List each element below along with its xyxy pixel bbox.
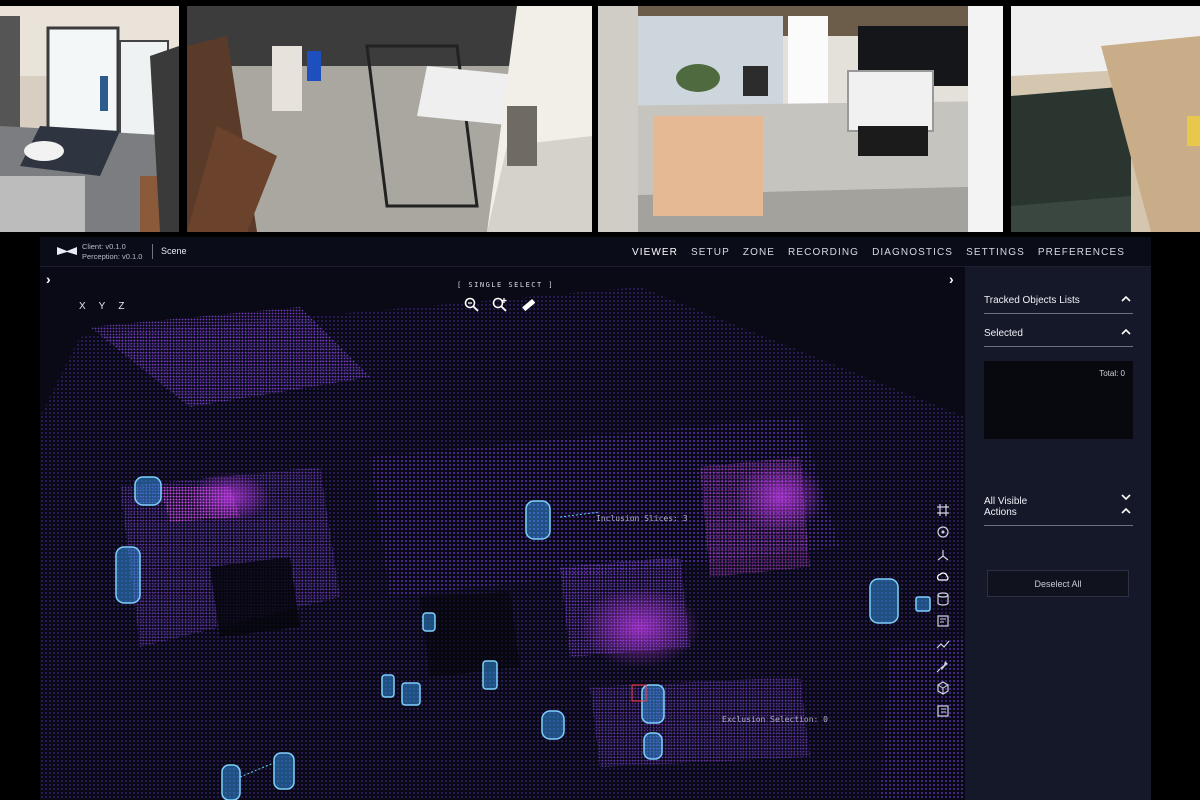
chevron-up-icon[interactable] <box>1121 294 1131 304</box>
camera-strip <box>0 0 1200 232</box>
cube-icon[interactable] <box>936 681 950 696</box>
nav-viewer[interactable]: VIEWER <box>632 247 678 258</box>
perception-app: Client: v0.1.0 Perception: v0.1.0 Scene … <box>40 237 1151 800</box>
tracked-objects-title: Tracked Objects Lists <box>984 295 1080 306</box>
tracked-object[interactable] <box>115 546 141 604</box>
nav-zone[interactable]: ZONE <box>743 247 775 258</box>
version-info: Client: v0.1.0 Perception: v0.1.0 <box>82 242 142 262</box>
camera-feed-workshop[interactable] <box>187 6 592 232</box>
tracked-object[interactable] <box>273 752 295 790</box>
chart-icon[interactable] <box>936 637 950 651</box>
camera-feed-corridor[interactable] <box>1011 6 1200 232</box>
nav-preferences[interactable]: PREFERENCES <box>1038 247 1125 258</box>
deselect-all-button[interactable]: Deselect All <box>987 570 1129 597</box>
nav-setup[interactable]: SETUP <box>691 247 730 258</box>
divider <box>152 244 153 259</box>
tracked-objects-header[interactable]: Tracked Objects Lists <box>984 292 1133 314</box>
main-nav: VIEWER SETUP ZONE RECORDING DIAGNOSTICS … <box>632 237 1125 267</box>
top-bar: Client: v0.1.0 Perception: v0.1.0 Scene … <box>40 237 1151 267</box>
zoom-select-icon[interactable] <box>464 297 480 313</box>
ruler-icon[interactable] <box>520 297 536 313</box>
scene-label: Scene <box>161 246 187 256</box>
axis-labels: X Y Z <box>79 301 124 312</box>
selected-title: Selected <box>984 328 1023 339</box>
axis-y[interactable]: Y <box>99 301 106 312</box>
nav-recording[interactable]: RECORDING <box>788 247 859 258</box>
tracked-object[interactable] <box>869 578 899 624</box>
camera-feed-lobby[interactable] <box>598 6 1003 232</box>
camera-feed-entrance[interactable] <box>0 6 179 232</box>
nav-diagnostics[interactable]: DIAGNOSTICS <box>872 247 953 258</box>
axis-icon[interactable] <box>936 548 950 562</box>
layers-icon[interactable] <box>936 704 950 718</box>
selection-toolbar <box>464 297 536 313</box>
axis-x[interactable]: X <box>79 301 86 312</box>
tracked-objects-panel: Tracked Objects Lists Selected Total: 0 … <box>965 267 1151 800</box>
add-select-icon[interactable] <box>492 297 508 313</box>
actions-header[interactable]: Actions <box>984 504 1133 526</box>
note-icon[interactable] <box>936 614 950 628</box>
tracked-object[interactable] <box>401 682 421 706</box>
tracked-object[interactable] <box>381 674 395 698</box>
nav-settings[interactable]: SETTINGS <box>966 247 1025 258</box>
tracked-object[interactable] <box>915 596 931 612</box>
tracked-object[interactable] <box>221 764 241 800</box>
tracked-object[interactable] <box>482 660 498 690</box>
expand-left-chevron-icon[interactable]: › <box>46 271 51 287</box>
tracked-object[interactable] <box>525 500 551 540</box>
chevron-up-icon[interactable] <box>1121 327 1131 337</box>
selected-total: Total: 0 <box>1099 369 1125 378</box>
selection-mode-label: [ SINGLE SELECT ] <box>457 281 555 289</box>
client-version: Client: v0.1.0 <box>82 242 126 251</box>
selected-header[interactable]: Selected <box>984 325 1133 347</box>
database-icon[interactable] <box>936 592 950 606</box>
axis-z[interactable]: Z <box>118 301 124 312</box>
tracked-object[interactable] <box>643 732 663 760</box>
grid-icon[interactable] <box>936 503 950 517</box>
chevron-down-icon[interactable] <box>1121 492 1131 502</box>
tracked-object[interactable] <box>134 476 162 506</box>
cloud-icon[interactable] <box>936 570 950 584</box>
tracked-object[interactable] <box>641 684 665 724</box>
actions-title: Actions <box>984 507 1017 518</box>
perception-version: Perception: v0.1.0 <box>82 252 143 261</box>
selected-objects-list[interactable]: Total: 0 <box>984 361 1133 439</box>
point-cloud-viewport[interactable]: › › X Y Z [ SINGLE SELECT ] Inclusion Sl… <box>40 267 965 800</box>
viewport-side-toolbar <box>936 503 954 726</box>
exclusion-selection-label: Exclusion Selection: 0 <box>722 715 828 724</box>
pin-icon[interactable] <box>936 659 950 673</box>
target-icon[interactable] <box>936 525 950 539</box>
expand-right-chevron-icon[interactable]: › <box>949 271 954 287</box>
logo-icon <box>57 247 77 255</box>
inclusion-slices-label: Inclusion Slices: 3 <box>596 514 688 523</box>
tracked-object[interactable] <box>541 710 565 740</box>
tracked-object[interactable] <box>422 612 436 632</box>
chevron-up-icon[interactable] <box>1121 506 1131 516</box>
